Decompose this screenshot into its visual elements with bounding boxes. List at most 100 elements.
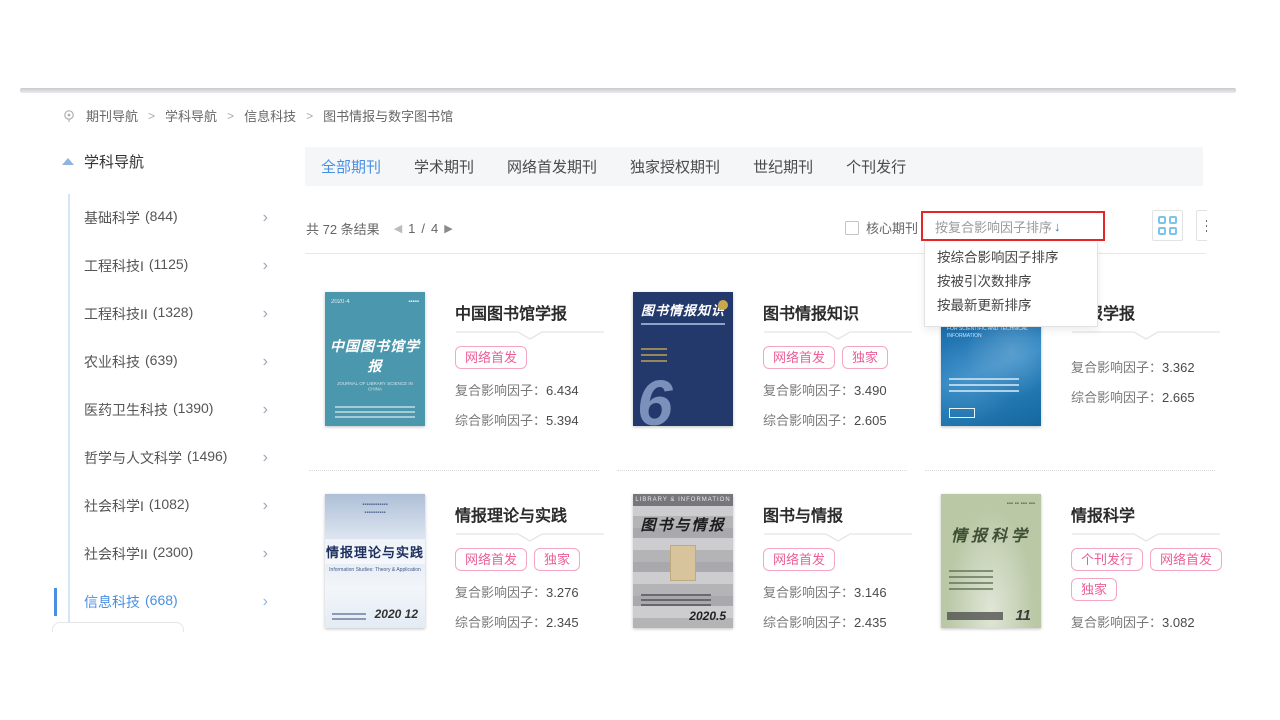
journal-title-link[interactable]: 图书情报知识 xyxy=(763,300,921,324)
journal-card: 图书情报知识 6 图书情报知识 网络首发独家 复合影响因子：3.490 xyxy=(613,292,921,429)
breadcrumb-info-tech[interactable]: 信息科技 xyxy=(244,106,296,125)
item-label: 信息科技 xyxy=(84,592,140,612)
journal-title-link[interactable]: 图书与情报 xyxy=(763,502,921,526)
sort-option-latest-update[interactable]: 按最新更新排序 xyxy=(925,294,1097,318)
cover-thumbnail xyxy=(670,545,696,581)
journal-cover[interactable]: LIBRARY & INFORMATION 图书与情报 2020.5 xyxy=(633,494,733,628)
grid-view-icon xyxy=(1158,216,1177,235)
grid-view-button[interactable] xyxy=(1152,210,1183,241)
tab-exclusive-journals[interactable]: 独家授权期刊 xyxy=(630,156,720,177)
sidebar-item-agriculture[interactable]: 农业科技(639) › xyxy=(70,338,280,386)
composite-impact-factor: 复合影响因子：3.276 xyxy=(455,582,613,601)
sort-option-citations[interactable]: 按被引次数排序 xyxy=(925,270,1097,294)
sidebar-item-engineering-1[interactable]: 工程科技I(1125) › xyxy=(70,242,280,290)
journal-type-tabbar: 全部期刊 学术期刊 网络首发期刊 独家授权期刊 世纪期刊 个刊发行 xyxy=(305,147,1203,186)
item-label: 社会科学I xyxy=(84,496,144,516)
sidebar-item-medicine-health[interactable]: 医药卫生科技(1390) › xyxy=(70,386,280,434)
cover-issue: 2020.5 xyxy=(689,609,726,623)
prev-page-icon[interactable]: ◀ xyxy=(394,222,402,235)
sidebar-subject-list: 基础科学(844) › 工程科技I(1125) › 工程科技II(1328) ›… xyxy=(68,194,280,626)
item-count: (639) xyxy=(145,352,178,372)
sidebar-item-social-science-2[interactable]: 社会科学II(2300) › xyxy=(70,530,280,578)
item-count: (1328) xyxy=(153,304,193,324)
chevron-right-icon: › xyxy=(263,353,268,371)
cover-seal-icon xyxy=(718,300,728,310)
chevron-right-icon: › xyxy=(263,593,268,611)
sort-option-composite-if[interactable]: 按综合影响因子排序 xyxy=(925,246,1097,270)
core-journal-label: 核心期刊 xyxy=(866,218,918,237)
sidebar-header[interactable]: 学科导航 xyxy=(62,151,144,172)
title-divider xyxy=(763,533,913,543)
sidebar-item-philosophy-humanities[interactable]: 哲学与人文科学(1496) › xyxy=(70,434,280,482)
sidebar-item-basic-science[interactable]: 基础科学(844) › xyxy=(70,194,280,242)
pager: ◀ 1 / 4 ▶ xyxy=(394,221,453,236)
sort-dropdown-menu: 按综合影响因子排序 按被引次数排序 按最新更新排序 xyxy=(924,242,1098,327)
list-view-button[interactable] xyxy=(1196,210,1207,241)
item-label: 工程科技I xyxy=(84,256,144,276)
journal-badge: 个刊发行 xyxy=(1071,548,1143,571)
list-view-button-clipped xyxy=(1196,210,1207,241)
tab-century-journals[interactable]: 世纪期刊 xyxy=(753,156,813,177)
tab-all-journals[interactable]: 全部期刊 xyxy=(321,156,381,177)
title-divider xyxy=(455,331,605,341)
cover-issue: 6 xyxy=(637,366,673,426)
location-pin-icon xyxy=(62,109,76,123)
journal-badge: 网络首发 xyxy=(1150,548,1222,571)
breadcrumb-current: 图书情报与数字图书馆 xyxy=(323,106,453,125)
sidebar-item-social-science-1[interactable]: 社会科学I(1082) › xyxy=(70,482,280,530)
journal-navigation-page: 期刊导航 > 学科导航 > 信息科技 > 图书情报与数字图书馆 学科导航 基础科… xyxy=(0,0,1280,720)
journal-cover[interactable]: 2020·4▪▪▪▪▪ 中国图书馆学报 JOURNAL OF LIBRARY S… xyxy=(325,292,425,426)
sort-dropdown-selected[interactable]: 按复合影响因子排序 ↓ xyxy=(921,211,1105,241)
list-view-icon xyxy=(1206,220,1208,232)
journal-badge: 网络首发 xyxy=(455,346,527,369)
journal-cover[interactable]: 图书情报知识 6 xyxy=(633,292,733,426)
journal-column: 图书情报知识 6 图书情报知识 网络首发独家 复合影响因子：3.490 xyxy=(613,292,921,661)
cover-subtitle: LIBRARY & INFORMATION xyxy=(633,494,733,506)
comprehensive-impact-factor: 综合影响因子：2.435 xyxy=(763,612,921,631)
journal-card: 2020·4▪▪▪▪▪ 中国图书馆学报 JOURNAL OF LIBRARY S… xyxy=(305,292,613,429)
cover-title: 中国图书馆学报 xyxy=(325,336,425,376)
journal-title-link[interactable]: 情报理论与实践 xyxy=(455,502,613,526)
breadcrumb-separator: > xyxy=(227,109,234,123)
viewport-bottom-mask xyxy=(0,632,1280,720)
journal-card: LIBRARY & INFORMATION 图书与情报 2020.5 图书与情报… xyxy=(613,494,921,631)
journal-column: 2020·4▪▪▪▪▪ 中国图书馆学报 JOURNAL OF LIBRARY S… xyxy=(305,292,613,661)
header-divider-bar xyxy=(20,88,1236,93)
tab-academic-journals[interactable]: 学术期刊 xyxy=(414,156,474,177)
sidebar-item-engineering-2[interactable]: 工程科技II(1328) › xyxy=(70,290,280,338)
breadcrumb-subject-nav[interactable]: 学科导航 xyxy=(165,106,217,125)
item-label: 社会科学II xyxy=(84,544,148,564)
sort-desc-arrow-icon: ↓ xyxy=(1054,219,1061,234)
tab-online-first-journals[interactable]: 网络首发期刊 xyxy=(507,156,597,177)
chevron-right-icon: › xyxy=(263,449,268,467)
item-count: (1390) xyxy=(173,400,213,420)
chevron-right-icon: › xyxy=(263,401,268,419)
journal-title-link[interactable]: 中国图书馆学报 xyxy=(455,300,613,324)
badge-row: 网络首发独家 xyxy=(763,346,921,369)
core-journal-filter[interactable]: 核心期刊 xyxy=(845,218,918,237)
breadcrumb-separator: > xyxy=(306,109,313,123)
cover-issue: 2020 12 xyxy=(375,607,418,621)
badge-row: 网络首发独家 xyxy=(455,548,613,571)
journal-badge: 网络首发 xyxy=(763,346,835,369)
item-label: 医药卫生科技 xyxy=(84,400,168,420)
next-page-icon[interactable]: ▶ xyxy=(444,222,452,235)
item-label: 哲学与人文科学 xyxy=(84,448,182,468)
comprehensive-impact-factor: 综合影响因子：2.605 xyxy=(763,410,921,429)
title-divider xyxy=(1071,331,1221,341)
breadcrumb-journal-nav[interactable]: 期刊导航 xyxy=(86,106,138,125)
core-journal-checkbox[interactable] xyxy=(845,221,859,235)
item-label: 基础科学 xyxy=(84,208,140,228)
journal-title-link[interactable]: 情报科学 xyxy=(1071,502,1229,526)
journal-cover[interactable]: ▪▪▪ ▪▪ ▪▪▪ ▪▪▪ 情报科学 11 xyxy=(941,494,1041,628)
results-summary: 共 72 条结果 ◀ 1 / 4 ▶ xyxy=(306,219,453,238)
journal-column: 情报学报 JOURNAL OF THE CHINA SOCIETY FOR SC… xyxy=(921,292,1229,661)
sidebar-item-info-tech[interactable]: 信息科技(668) › xyxy=(70,578,280,626)
title-divider xyxy=(455,533,605,543)
page-current: 1 xyxy=(408,221,415,236)
composite-impact-factor: 复合影响因子：3.362 xyxy=(1071,357,1229,376)
item-count: (1082) xyxy=(149,496,189,516)
tab-individual-journals[interactable]: 个刊发行 xyxy=(846,156,906,177)
cover-subtitle: Information Studies: Theory & Applicatio… xyxy=(325,567,425,573)
journal-cover[interactable]: ▪▪▪▪▪▪▪▪▪▪▪▪▪▪▪▪▪▪▪▪▪▪ 情报理论与实践 Informati… xyxy=(325,494,425,628)
